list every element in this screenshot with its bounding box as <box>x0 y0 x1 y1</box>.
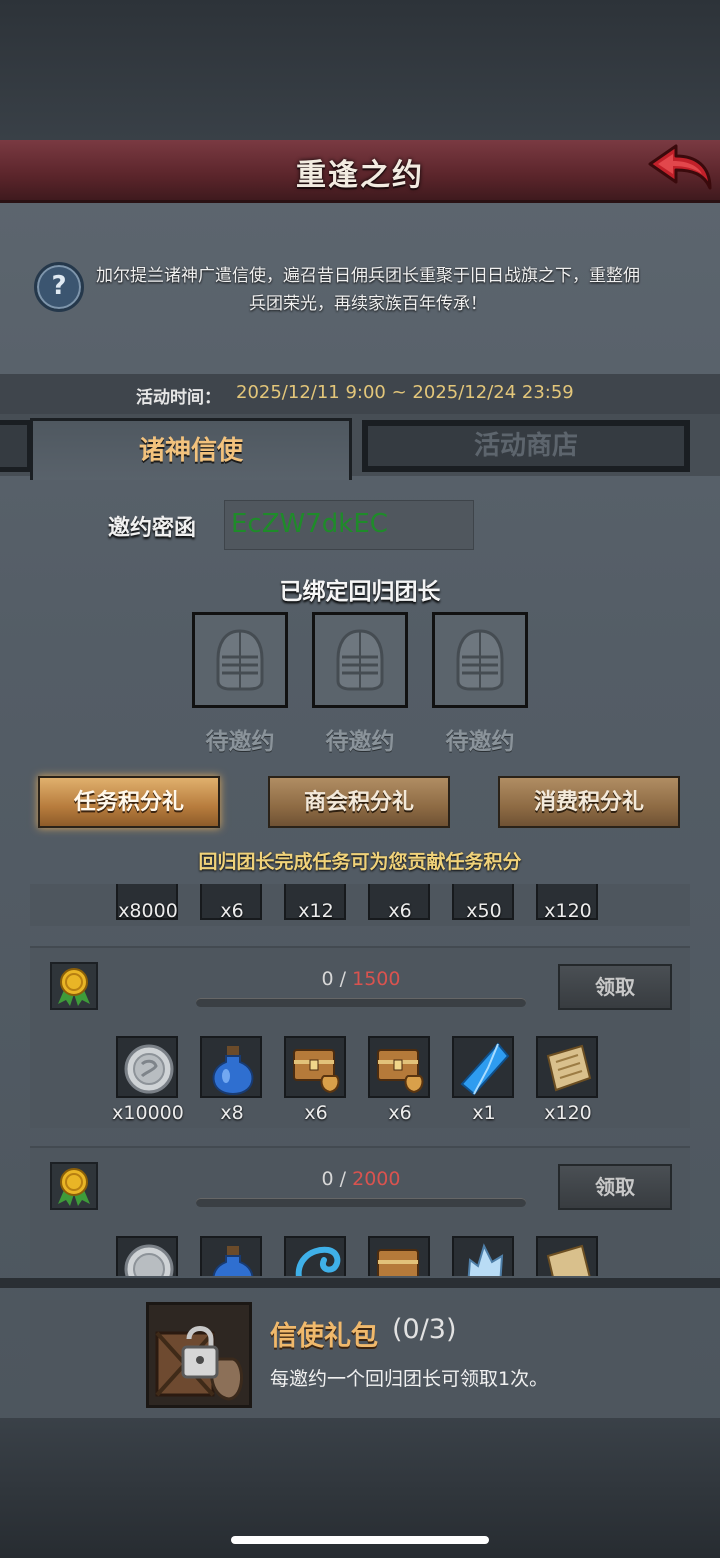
blue-crystal-icon <box>460 1042 510 1096</box>
guild-points-gift-button[interactable]: 商会积分礼 <box>268 776 450 828</box>
claim-button[interactable]: 领取 <box>558 964 672 1010</box>
reward-item-scroll[interactable] <box>536 1036 598 1098</box>
reward-qty: x120 <box>544 900 592 922</box>
event-time-label: 活动时间： <box>136 388 221 408</box>
treasure-chest-icon <box>377 1249 419 1276</box>
scroll-icon <box>546 1044 592 1092</box>
reward-qty: x12 <box>298 900 334 922</box>
silver-coin-icon <box>124 1044 174 1094</box>
page-title: 重逢之约 <box>296 158 424 193</box>
reward-qty: x6 <box>388 900 412 922</box>
reward-item-silver-coin[interactable] <box>116 1036 178 1098</box>
ice-crystal-icon <box>467 1243 504 1276</box>
progress-separator: / <box>333 968 353 990</box>
captain-slot-1[interactable] <box>192 612 288 708</box>
help-icon[interactable]: ? <box>34 262 84 312</box>
reward-qty: x120 <box>544 1102 592 1124</box>
reward-tier-2000: 0 / 2000 领取 <box>30 1146 690 1276</box>
pack-count: (0/3) <box>392 1314 457 1345</box>
invite-code-label: 邀约密函 <box>108 516 197 541</box>
scroll-icon <box>546 1244 591 1276</box>
progress-separator: / <box>333 1168 353 1190</box>
reward-item-blue-potion[interactable] <box>200 1236 262 1276</box>
claim-button[interactable]: 领取 <box>558 1164 672 1210</box>
medal-icon <box>50 1162 98 1210</box>
reward-item-blue-crystal[interactable] <box>452 1036 514 1098</box>
tab-messenger[interactable]: 诸神信使 <box>30 418 352 480</box>
reward-qty: x6 <box>220 900 244 922</box>
silver-coin-icon <box>124 1244 174 1276</box>
top-background <box>0 0 720 140</box>
captain-slot-2-label: 待邀约 <box>325 729 395 755</box>
blue-potion-icon <box>212 1046 254 1096</box>
section-divider <box>0 1278 720 1288</box>
treasure-chest-icon <box>377 1049 424 1094</box>
knight-helmet-icon <box>336 629 384 691</box>
reward-qty: x50 <box>466 900 502 922</box>
reward-qty: x1 <box>472 1102 496 1124</box>
task-points-gift-button[interactable]: 任务积分礼 <box>38 776 220 828</box>
hint-text: 回归团长完成任务可为您贡献任务积分 <box>198 851 522 873</box>
pack-title: 信使礼包 <box>270 1321 378 1352</box>
progress-current: 0 <box>321 968 334 990</box>
tab-bar-edge <box>0 420 32 472</box>
captain-slot-1-label: 待邀约 <box>205 729 275 755</box>
progress-text: 0 / 2000 <box>196 1168 526 1190</box>
bound-captains-title: 已绑定回归团长 <box>279 579 441 605</box>
knight-helmet-icon <box>456 629 504 691</box>
event-time-value: 2025/12/11 9:00 ~ 2025/12/24 23:59 <box>236 382 574 403</box>
back-button[interactable] <box>646 142 714 196</box>
reward-qty: x6 <box>304 1102 328 1124</box>
treasure-chest-icon <box>293 1049 340 1094</box>
tab-event-shop-label: 活动商店 <box>473 431 578 461</box>
reward-qty: x8 <box>220 1102 244 1124</box>
medal-icon <box>50 962 98 1010</box>
reward-item-blue-hook[interactable] <box>284 1236 346 1276</box>
invite-code-value: EcZW7dkEC <box>231 509 388 539</box>
blue-hook-icon <box>295 1246 341 1276</box>
reward-tier-prev: x8000 x6 x12 x6 x50 x120 <box>30 884 690 926</box>
intro-text: 加尔提兰诸神广遣信使，遍召昔日佣兵团长重聚于旧日战旗之下，重整佣兵团荣光，再续家… <box>96 266 640 314</box>
reward-item-treasure-chest[interactable] <box>368 1236 430 1276</box>
captain-slot-2[interactable] <box>312 612 408 708</box>
pack-description: 每邀约一个回归团长可领取1次。 <box>270 1368 549 1390</box>
captain-slot-3-label: 待邀约 <box>445 729 515 755</box>
progress-current: 0 <box>321 1168 334 1190</box>
tab-messenger-label: 诸神信使 <box>138 436 243 466</box>
reward-qty: x8000 <box>118 900 178 922</box>
reward-list[interactable]: x8000 x6 x12 x6 x50 x120 0 / 1500 领取 x10… <box>30 884 690 1276</box>
tab-event-shop[interactable]: 活动商店 <box>362 420 690 472</box>
reward-qty: x10000 <box>112 1102 184 1124</box>
knight-helmet-icon <box>216 629 264 691</box>
reward-item-silver-coin[interactable] <box>116 1236 178 1276</box>
reward-item-scroll[interactable] <box>536 1236 598 1276</box>
progress-goal: 2000 <box>352 1168 401 1190</box>
reward-item-treasure-chest[interactable] <box>368 1036 430 1098</box>
red-curved-arrow-icon <box>648 144 712 190</box>
reward-qty: x6 <box>388 1102 412 1124</box>
reward-item-treasure-chest[interactable] <box>284 1036 346 1098</box>
reward-tier-1500: 0 / 1500 领取 x10000 x8 x6 x6 x1 x120 <box>30 946 690 1128</box>
spending-points-gift-button[interactable]: 消费积分礼 <box>498 776 680 828</box>
reward-item-ice-crystal[interactable] <box>452 1236 514 1276</box>
progress-bar <box>196 998 526 1007</box>
progress-goal: 1500 <box>352 968 401 990</box>
blue-potion-icon <box>212 1246 254 1276</box>
captain-slot-3[interactable] <box>432 612 528 708</box>
invite-code-field[interactable]: EcZW7dkEC <box>224 500 474 550</box>
progress-bar <box>196 1198 526 1207</box>
locked-crate-icon[interactable] <box>146 1302 252 1408</box>
progress-text: 0 / 1500 <box>196 968 526 990</box>
reward-item-blue-potion[interactable] <box>200 1036 262 1098</box>
home-indicator[interactable] <box>231 1536 489 1544</box>
